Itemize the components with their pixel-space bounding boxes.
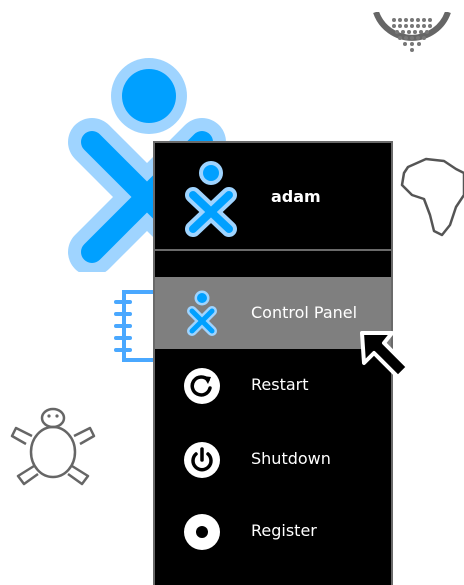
power-icon xyxy=(183,441,221,479)
menu-item-label: Shutdown xyxy=(251,449,331,468)
notebook-icon[interactable] xyxy=(114,288,156,364)
menu-item-control-panel[interactable]: Control Panel xyxy=(155,277,391,349)
globe-grid-icon[interactable] xyxy=(372,12,452,70)
user-xo-icon xyxy=(181,159,241,237)
xo-icon xyxy=(185,289,219,337)
restart-icon xyxy=(183,367,221,405)
menu-item-restart[interactable]: Restart xyxy=(155,349,391,421)
register-icon xyxy=(183,513,221,551)
menu-item-label: Register xyxy=(251,521,317,540)
menu-item-shutdown[interactable]: Shutdown xyxy=(155,423,391,495)
menu-item-label: Restart xyxy=(251,375,309,394)
turtle-icon[interactable] xyxy=(8,402,98,492)
arrow-cursor-icon xyxy=(358,329,412,383)
africa-map-icon[interactable] xyxy=(398,155,464,240)
user-palette-menu: adam Control Panel Restart Shutdown Regi… xyxy=(153,141,393,585)
menu-item-register[interactable]: Register xyxy=(155,495,391,567)
menu-header: adam xyxy=(155,143,391,251)
user-name: adam xyxy=(271,187,321,206)
menu-item-label: Control Panel xyxy=(251,303,358,322)
